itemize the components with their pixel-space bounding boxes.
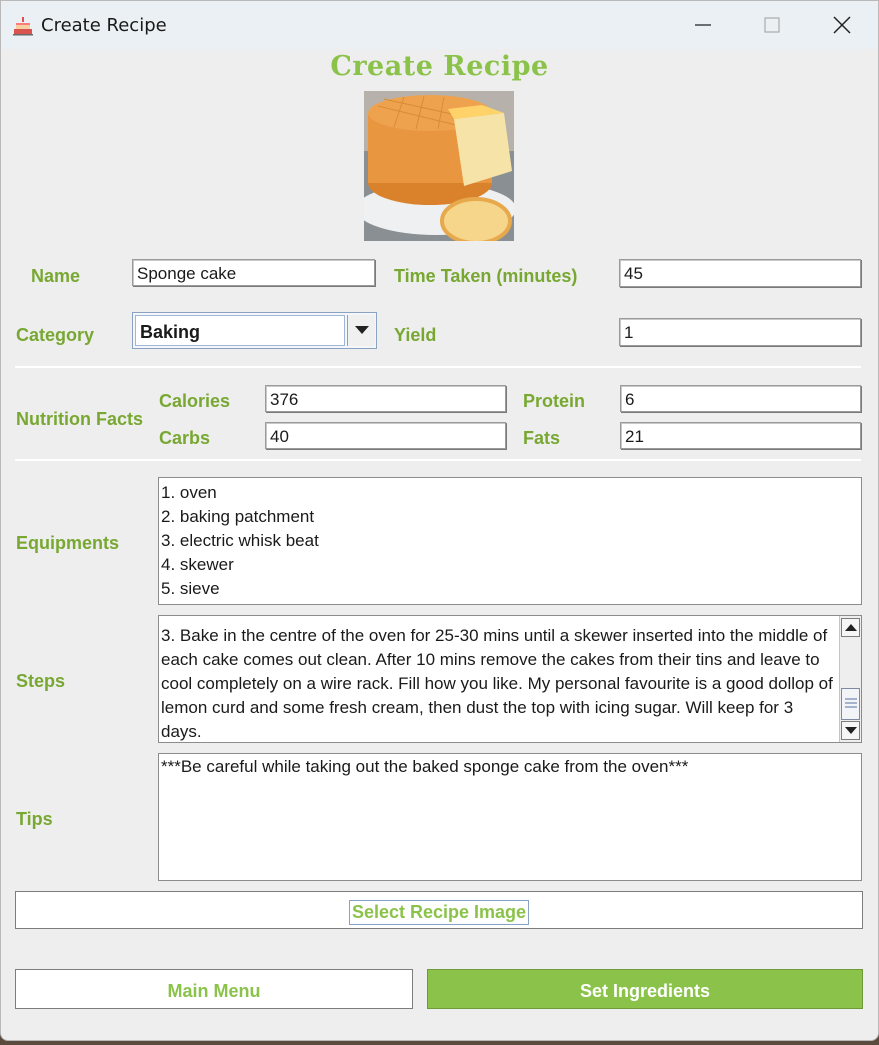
equipment-line: 4. skewer	[161, 555, 234, 574]
create-recipe-window: Create Recipe Create Recipe Name Sponge …	[0, 0, 879, 1041]
select-recipe-image-label: Select Recipe Image	[348, 900, 530, 925]
equipments-textarea[interactable]: 1. oven 2. baking patchment 3. electric …	[158, 477, 862, 605]
yield-input[interactable]: 1	[619, 318, 861, 346]
steps-label: Steps	[16, 671, 66, 691]
recipe-image	[356, 91, 516, 245]
carbs-label: Carbs	[159, 428, 211, 448]
set-ingredients-button[interactable]: Set Ingredients	[427, 969, 863, 1009]
time-taken-label: Time Taken (minutes)	[394, 266, 578, 286]
fats-input[interactable]: 21	[620, 422, 861, 449]
divider	[15, 459, 861, 461]
category-dropdown[interactable]: Baking	[132, 312, 377, 349]
chevron-up-icon	[845, 624, 857, 631]
yield-label: Yield	[394, 325, 437, 345]
chevron-down-icon	[355, 326, 369, 334]
fats-label: Fats	[523, 428, 561, 448]
close-button[interactable]	[819, 9, 865, 41]
nutrition-facts-label: Nutrition Facts	[16, 409, 144, 429]
page-heading: Create Recipe	[330, 51, 549, 82]
maximize-icon	[764, 17, 780, 33]
equipment-line: 5. sieve	[161, 579, 220, 598]
calories-input[interactable]: 376	[265, 385, 506, 412]
minimize-button[interactable]	[680, 9, 726, 41]
protein-label: Protein	[523, 391, 586, 411]
tips-textarea[interactable]: ***Be careful while taking out the baked…	[158, 753, 862, 881]
tips-text: ***Be careful while taking out the baked…	[161, 757, 689, 776]
category-label: Category	[16, 325, 95, 345]
scroll-down-button[interactable]	[841, 721, 860, 740]
protein-input[interactable]: 6	[620, 385, 861, 412]
carbs-input[interactable]: 40	[265, 422, 506, 449]
maximize-button[interactable]	[749, 9, 795, 41]
select-recipe-image-button[interactable]: Select Recipe Image	[15, 891, 863, 929]
equipments-label: Equipments	[16, 533, 120, 553]
scroll-up-button[interactable]	[841, 618, 860, 637]
divider	[15, 366, 861, 368]
calories-label: Calories	[159, 391, 231, 411]
window-title: Create Recipe	[41, 15, 167, 36]
steps-textarea[interactable]: 3. Bake in the centre of the oven for 25…	[158, 615, 862, 743]
chevron-down-icon	[845, 727, 857, 734]
steps-text: 3. Bake in the centre of the oven for 25…	[161, 626, 833, 741]
grip-icon	[845, 698, 857, 708]
cake-app-icon	[12, 14, 34, 36]
main-menu-button[interactable]: Main Menu	[15, 969, 413, 1009]
minimize-icon	[695, 24, 711, 26]
scroll-thumb[interactable]	[841, 688, 860, 720]
tips-label: Tips	[16, 809, 53, 829]
steps-scrollbar[interactable]	[839, 616, 861, 742]
close-icon	[833, 16, 851, 34]
title-bar: Create Recipe	[1, 1, 878, 49]
time-taken-input[interactable]: 45	[619, 259, 861, 287]
category-selected-value: Baking	[135, 315, 345, 346]
name-label: Name	[31, 266, 81, 286]
equipment-line: 1. oven	[161, 483, 217, 502]
name-input[interactable]: Sponge cake	[132, 259, 375, 286]
equipment-line: 2. baking patchment	[161, 507, 315, 526]
equipment-line: 3. electric whisk beat	[161, 531, 319, 550]
dropdown-arrow-button[interactable]	[347, 315, 375, 346]
